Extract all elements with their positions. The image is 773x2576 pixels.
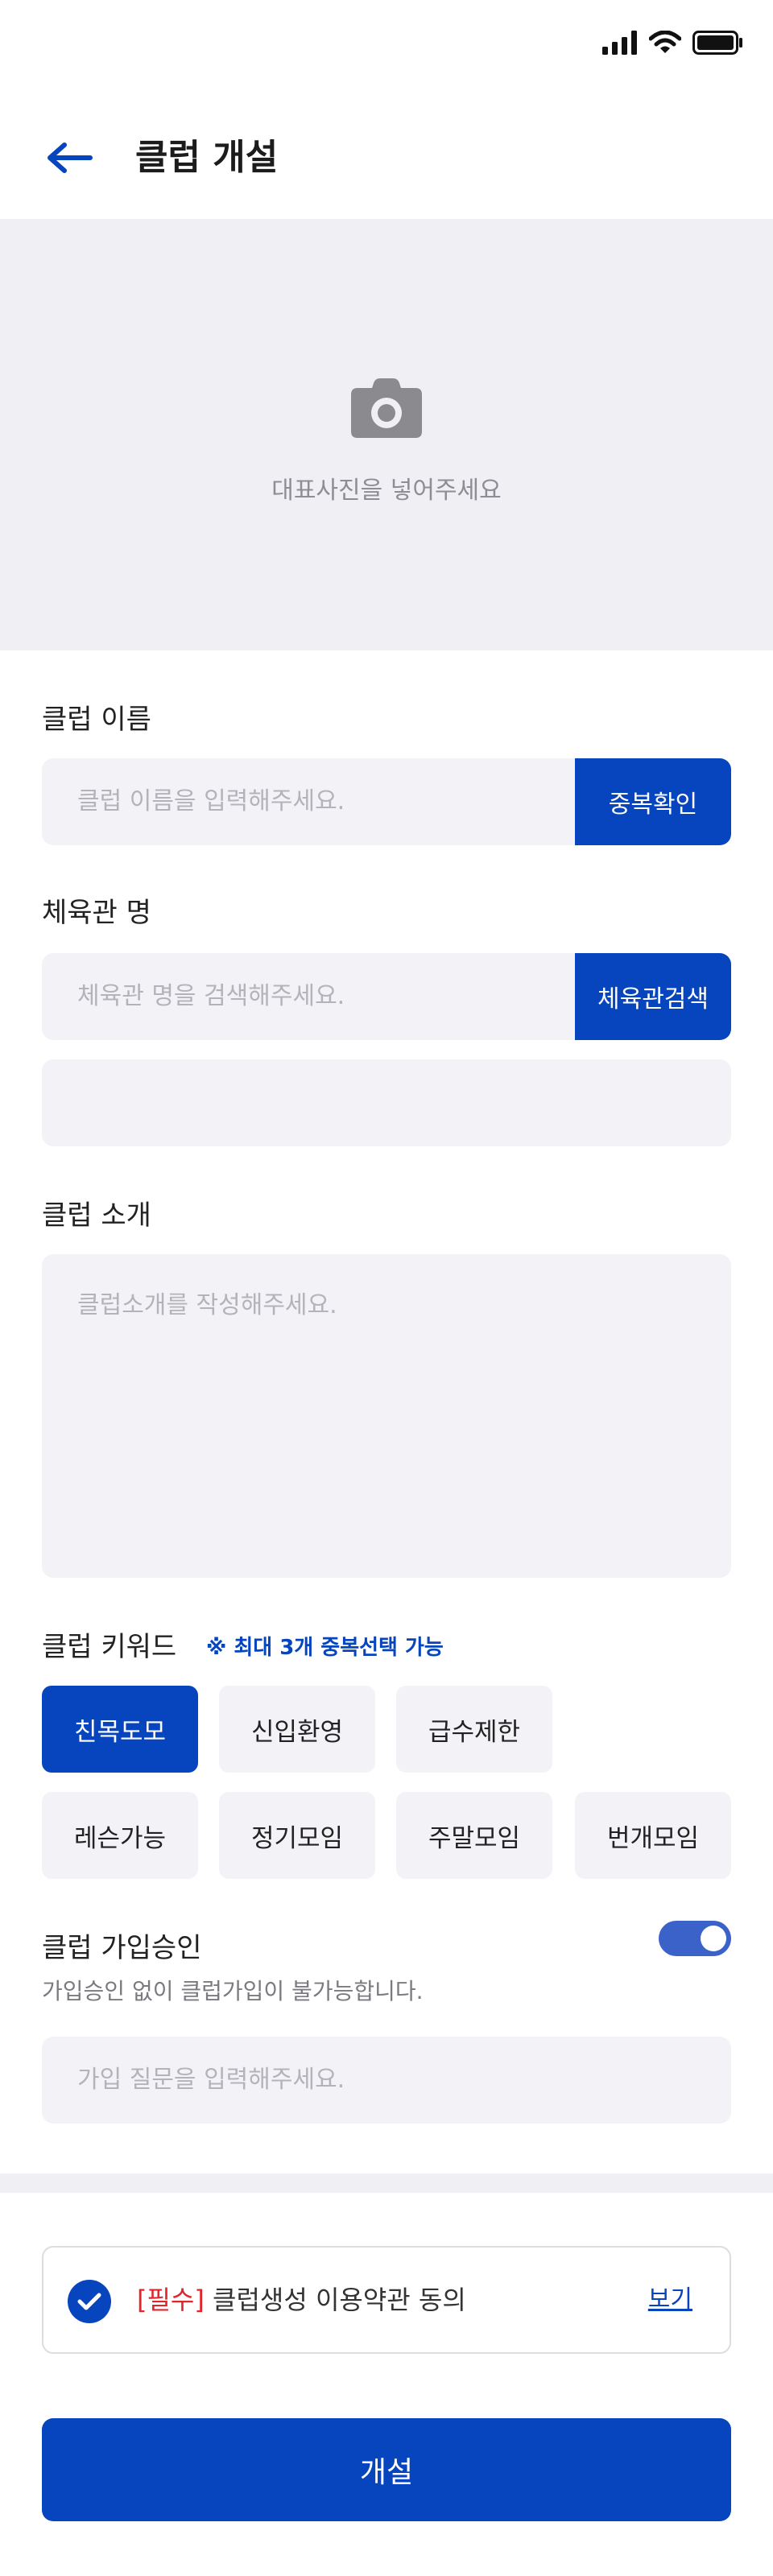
keyword-chip[interactable]: 레슨가능 (42, 1792, 198, 1879)
terms-text: [필수] 클럽생성 이용약관 동의 (137, 2248, 466, 2352)
join-question-placeholder: 가입 질문을 입력해주세요. (77, 2066, 345, 2094)
terms-view-link[interactable]: 보기 (648, 2248, 692, 2352)
status-bar (0, 0, 773, 90)
keyword-chip[interactable]: 번개모임 (575, 1792, 731, 1879)
join-approval-toggle[interactable] (659, 1921, 731, 1956)
club-name-placeholder: 클럽 이름을 입력해주세요. (77, 787, 345, 815)
app-header: 클럽 개설 (0, 113, 773, 203)
toggle-knob (701, 1926, 726, 1951)
battery-icon (692, 31, 742, 55)
club-name-field[interactable]: 클럽 이름을 입력해주세요. 중복확인 (42, 758, 731, 845)
gym-search-button[interactable]: 체육관검색 (575, 953, 731, 1040)
join-approval-description: 가입승인 없이 클럽가입이 불가능합니다. (42, 1978, 424, 2004)
section-divider (0, 2174, 773, 2193)
keyword-chip[interactable]: 급수제한 (396, 1686, 552, 1773)
back-button[interactable] (42, 134, 97, 182)
check-icon (77, 2293, 101, 2310)
photo-upload-area[interactable]: 대표사진을 넣어주세요 (0, 219, 773, 650)
club-name-label: 클럽 이름 (42, 704, 151, 736)
terms-required-tag: [필수] (137, 2285, 205, 2315)
gym-search-field[interactable]: 체육관 명을 검색해주세요. 체육관검색 (42, 953, 731, 1040)
photo-upload-text: 대표사진을 넣어주세요 (271, 477, 502, 505)
keyword-limit-note: ※ 최대 3개 중복선택 가능 (206, 1636, 444, 1660)
arrow-left-icon (48, 142, 93, 173)
club-intro-label: 클럽 소개 (42, 1199, 151, 1232)
gym-address-field[interactable] (42, 1059, 731, 1146)
gym-name-label: 체육관 명 (42, 897, 151, 929)
join-approval-label: 클럽 가입승인 (42, 1932, 202, 1964)
status-icons (602, 31, 744, 55)
camera-icon (351, 378, 422, 438)
terms-label: 클럽생성 이용약관 동의 (213, 2285, 466, 2315)
club-intro-placeholder: 클럽소개를 작성해주세요. (77, 1291, 337, 1319)
keyword-label: 클럽 키워드 (42, 1631, 177, 1663)
page-title: 클럽 개설 (135, 137, 279, 178)
keyword-chip[interactable]: 주말모임 (396, 1792, 552, 1879)
create-club-button[interactable]: 개설 (42, 2418, 731, 2521)
terms-agreement-box: [필수] 클럽생성 이용약관 동의 보기 (42, 2246, 731, 2354)
terms-checkbox[interactable] (68, 2280, 111, 2323)
join-question-field[interactable]: 가입 질문을 입력해주세요. (42, 2037, 731, 2124)
signal-icon (602, 31, 637, 55)
keyword-chip[interactable]: 신입환영 (219, 1686, 375, 1773)
gym-search-placeholder: 체육관 명을 검색해주세요. (77, 982, 345, 1010)
keyword-chip[interactable]: 친목도모 (42, 1686, 198, 1773)
duplicate-check-button[interactable]: 중복확인 (575, 758, 731, 845)
wifi-icon (649, 31, 681, 53)
keyword-chip[interactable]: 정기모임 (219, 1792, 375, 1879)
club-intro-textarea[interactable]: 클럽소개를 작성해주세요. (42, 1254, 731, 1578)
